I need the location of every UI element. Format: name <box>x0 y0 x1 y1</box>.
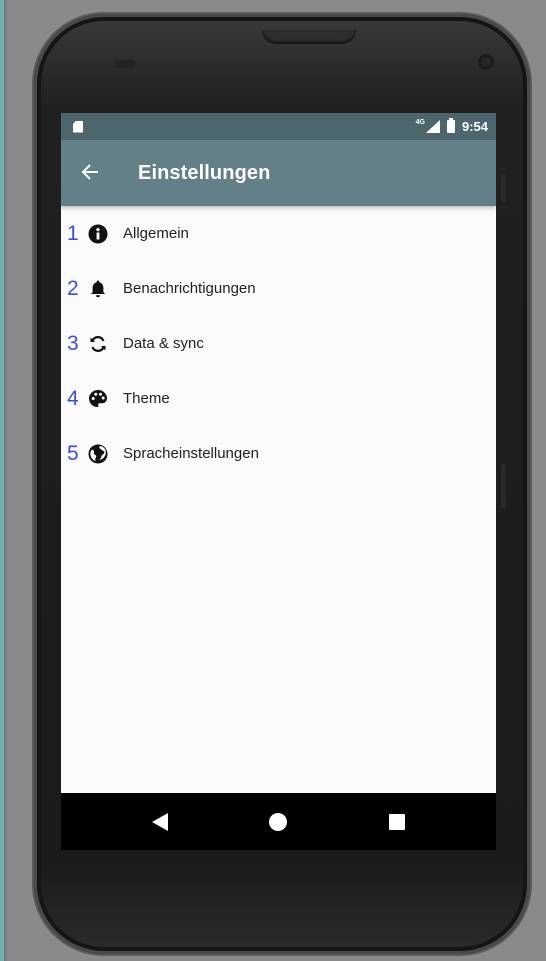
settings-item-benachrichtigungen[interactable]: 2 Benachrichtigungen <box>61 261 496 316</box>
device-screen: 4G 9:54 Einstellungen 1 Allgemein 2 Bena… <box>61 113 496 850</box>
nav-back-button[interactable] <box>130 802 190 842</box>
signal-icon <box>425 120 440 133</box>
back-button[interactable] <box>61 140 123 206</box>
item-number: 4 <box>67 386 79 410</box>
nav-recents-button[interactable] <box>367 802 427 842</box>
item-number: 3 <box>67 331 79 355</box>
settings-item-theme[interactable]: 4 Theme <box>61 371 496 426</box>
volume-button <box>501 174 506 202</box>
power-button <box>501 464 506 508</box>
palette-icon <box>87 388 109 410</box>
status-clock: 9:54 <box>461 119 488 134</box>
nav-back-icon <box>152 812 169 831</box>
front-camera <box>478 54 494 70</box>
network-type: 4G <box>415 119 425 126</box>
globe-icon <box>87 443 109 465</box>
settings-item-label: Spracheinstellungen <box>123 445 259 462</box>
settings-list: 1 Allgemein 2 Benachrichtigungen 3 Data … <box>61 206 496 481</box>
nav-home-icon <box>269 812 288 831</box>
settings-item-data-sync[interactable]: 3 Data & sync <box>61 316 496 371</box>
bell-icon <box>87 278 109 300</box>
nav-recents-icon <box>388 813 405 830</box>
status-bar: 4G 9:54 <box>61 113 496 140</box>
item-number: 5 <box>67 441 79 465</box>
settings-item-label: Theme <box>123 390 170 407</box>
sync-icon <box>87 333 109 355</box>
info-icon <box>87 223 109 245</box>
app-bar: Einstellungen <box>61 140 496 206</box>
battery-icon <box>446 118 455 133</box>
proximity-sensor <box>114 60 136 68</box>
system-nav-bar <box>61 793 496 850</box>
item-number: 2 <box>67 276 79 300</box>
arrow-left-icon <box>81 160 99 186</box>
settings-item-label: Data & sync <box>123 335 204 352</box>
earpiece-speaker <box>262 30 356 44</box>
sd-card-icon <box>73 120 83 133</box>
settings-item-allgemein[interactable]: 1 Allgemein <box>61 206 496 261</box>
status-indicators: 4G 9:54 <box>415 118 488 134</box>
settings-item-label: Benachrichtigungen <box>123 280 256 297</box>
settings-item-spracheinstellungen[interactable]: 5 Spracheinstellungen <box>61 426 496 481</box>
window-edge <box>0 0 7 961</box>
nav-home-button[interactable] <box>248 802 308 842</box>
page-title: Einstellungen <box>138 161 271 184</box>
settings-item-label: Allgemein <box>123 225 189 242</box>
item-number: 1 <box>67 221 79 245</box>
